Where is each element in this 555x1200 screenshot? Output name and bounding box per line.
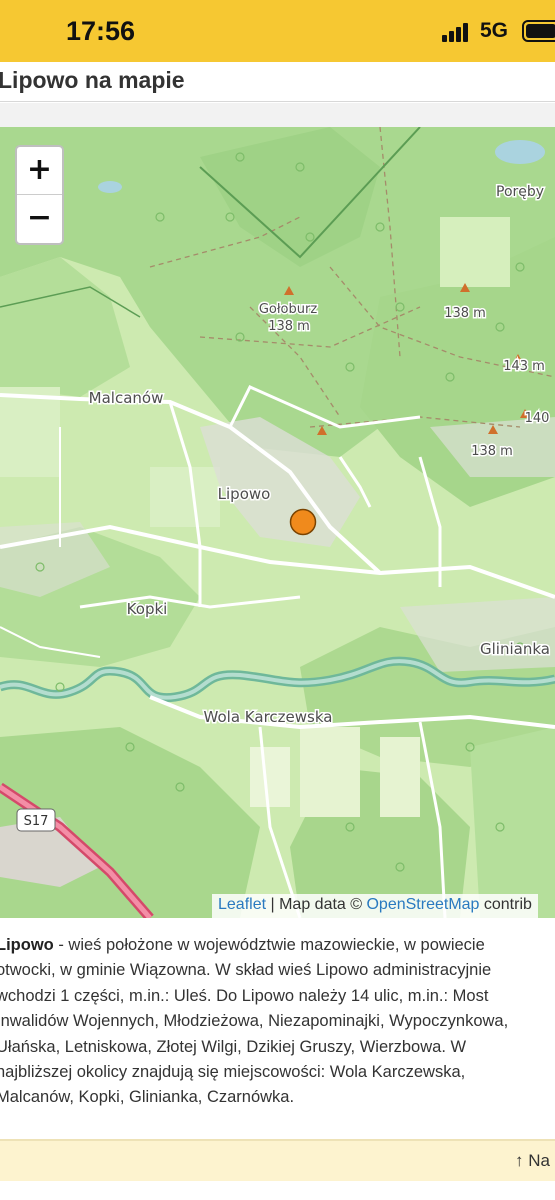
label-elevation-138-b: 138 m [471,444,513,459]
description-line-5: Ułańska, Letniskowa, Złotej Wilgi, Dziki… [0,1037,467,1056]
location-marker[interactable] [289,508,317,536]
status-bar: 17:56 5G [0,0,555,62]
description-line-4: Inwalidów Wojennych, Młodzieżowa, Niezap… [0,1012,509,1031]
attribution-trailing: contrib [479,896,532,913]
battery-icon [522,20,555,42]
map-attribution: Leaflet | Map data © OpenStreetMap contr… [212,894,538,918]
map-top-padding [0,103,555,127]
label-goloburz: Gołoburz [259,302,318,317]
map-view[interactable]: Gołoburz 138 m 138 m 143 m 140 138 m Por… [0,127,555,918]
zoom-out-button[interactable]: − [17,195,62,243]
label-lipowo: Lipowo [218,485,271,503]
village-name: Lipowo [0,936,54,954]
label-road-s17: S17 [24,814,49,829]
back-to-top-link[interactable]: ↑ Na [515,1151,550,1171]
label-elevation-140: 140 [525,411,550,426]
map-tiles: Gołoburz 138 m 138 m 143 m 140 138 m Por… [0,127,555,918]
page-title: Lipowo na mapie [0,67,185,93]
zoom-control: + − [15,145,64,245]
home-indicator-area [0,1181,555,1200]
description-line-7: Malcanów, Kopki, Glinianka, Czarnówka. [0,1088,295,1107]
leaflet-link[interactable]: Leaflet [218,896,266,913]
description-line-1: Lipowo - wieś położone w województwie ma… [0,933,555,958]
signal-icon [442,22,470,42]
label-malcanow: Malcanów [89,389,164,407]
label-kopki: Kopki [127,600,168,618]
page-header: Lipowo na mapie [0,62,555,102]
description-line-3: wchodzi 1 części, m.in.: Uleś. Do Lipowo… [0,986,489,1005]
village-description: Lipowo - wieś położone w województwie ma… [0,933,555,1111]
bottom-bar: ↑ Na [0,1141,555,1181]
zoom-in-button[interactable]: + [17,147,62,195]
label-goloburz-elevation: 138 m [268,319,310,334]
description-line-2: otwocki, w gminie Wiązowna. W skład wieś… [0,961,492,980]
label-glinianka: Glinianka [480,640,550,658]
label-wola-karczewska: Wola Karczewska [204,708,333,726]
openstreetmap-link[interactable]: OpenStreetMap [366,896,479,913]
status-time: 17:56 [66,16,136,46]
label-elevation-143: 143 m [503,359,545,374]
description-line-6: najbliższej okolicy znajdują się miejsco… [0,1063,466,1082]
label-poreby: Poręby [496,184,544,200]
attribution-text: | Map data © [266,896,367,913]
network-type: 5G [480,19,509,42]
label-elevation-138-a: 138 m [444,306,486,321]
